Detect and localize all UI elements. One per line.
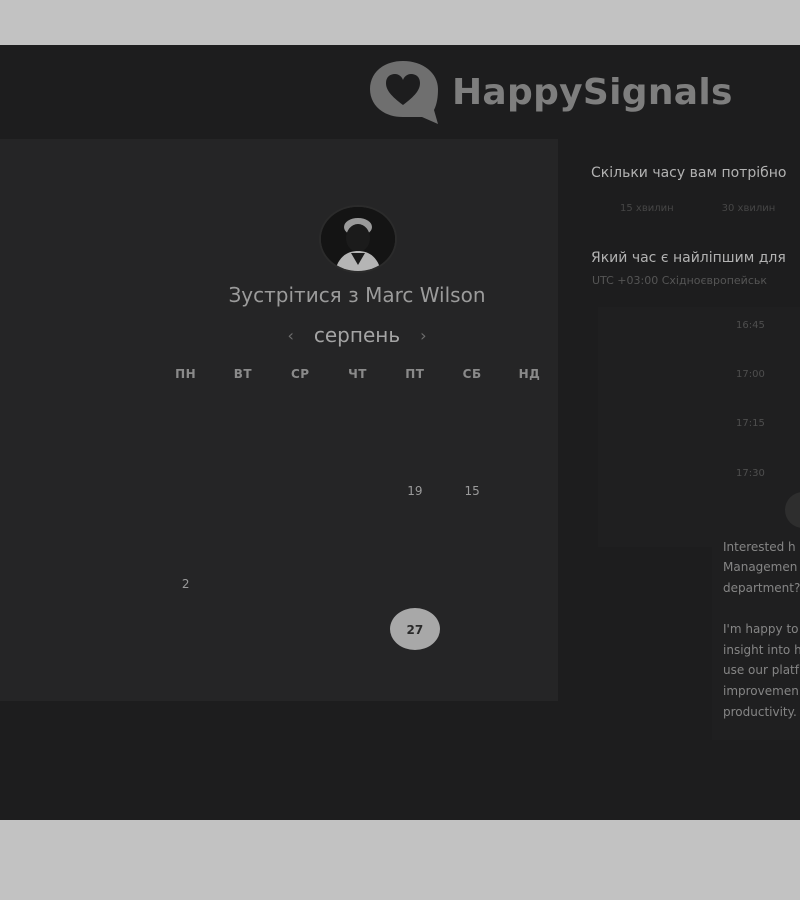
calendar-day	[443, 514, 500, 561]
calendar-day	[329, 514, 386, 561]
booking-card: Зустрітися з Marc Wilson ‹ серпень › ПН …	[0, 139, 558, 701]
message-line: insight into h	[723, 643, 800, 657]
calendar-day	[501, 421, 558, 468]
weekday-label: СБ	[462, 367, 482, 381]
weekday-label: ВТ	[233, 367, 253, 381]
calendar-day	[501, 561, 558, 608]
next-month-icon[interactable]: ›	[420, 326, 426, 345]
duration-options: 15 хвилин 30 хвилин	[620, 203, 775, 214]
weekday-label: ЧТ	[348, 367, 367, 381]
calendar-day	[272, 468, 329, 515]
message-line: improvemen	[723, 684, 799, 698]
weekday-label: НД	[518, 367, 541, 381]
viewport: HappySignals Зустрітися з Marc Wilson ‹ …	[0, 45, 800, 820]
time-slots-panel: 16:45 17:00 17:15 17:30	[598, 307, 800, 547]
calendar-day	[214, 607, 271, 654]
weekday-label: ПТ	[405, 367, 425, 381]
calendar-day	[386, 421, 443, 468]
calendar-day	[443, 561, 500, 608]
message-line: department?	[723, 581, 800, 595]
avatar	[319, 205, 397, 273]
brand-name: HappySignals	[452, 71, 733, 113]
time-slot[interactable]: 17:30	[736, 468, 765, 479]
calendar-grid: 19 15 2 27	[157, 421, 557, 654]
month-navigation: ‹ серпень ›	[157, 323, 557, 347]
weekday-label: ПН	[175, 367, 197, 381]
time-slot[interactable]: 16:45	[736, 320, 765, 331]
message-line: Interested h	[723, 540, 796, 554]
duration-question: Скільки часу вам потрібно	[591, 165, 787, 181]
duration-option[interactable]: 15 хвилин	[620, 203, 674, 214]
calendar-day	[386, 561, 443, 608]
calendar-day	[386, 514, 443, 561]
message-line: I'm happy to	[723, 622, 799, 636]
calendar-day	[272, 421, 329, 468]
calendar-day	[214, 468, 271, 515]
calendar-day-available[interactable]: 19	[386, 468, 443, 515]
calendar-day	[501, 468, 558, 515]
time-slot[interactable]: 17:15	[736, 418, 765, 429]
heart-speech-bubble-icon	[370, 61, 438, 124]
timezone-label[interactable]: UTC +03:00 Східноєвропейськ	[592, 274, 767, 287]
brand-logo: HappySignals	[366, 57, 733, 127]
month-label: серпень	[313, 323, 401, 347]
message-line: use our platf	[723, 663, 799, 677]
weekday-label: СР	[290, 367, 310, 381]
meeting-title: Зустрітися з Marc Wilson	[228, 283, 486, 307]
calendar-day-available[interactable]: 15	[443, 468, 500, 515]
calendar-day	[443, 607, 500, 654]
calendar-day	[157, 468, 214, 515]
calendar-day	[329, 468, 386, 515]
calendar-day	[443, 421, 500, 468]
calendar-day	[329, 561, 386, 608]
calendar-day	[214, 561, 271, 608]
calendar-day	[214, 421, 271, 468]
calendar-day	[157, 421, 214, 468]
selected-day-label: 27	[406, 623, 424, 637]
calendar-day	[214, 514, 271, 561]
weekday-header: ПН ВТ СР ЧТ ПТ СБ НД	[157, 367, 557, 381]
calendar-day-available[interactable]: 2	[157, 561, 214, 608]
message-line: Managemen	[723, 560, 798, 574]
calendar-day	[501, 607, 558, 654]
calendar-day-selected[interactable]: 27	[386, 607, 443, 654]
person-portrait-icon	[321, 207, 395, 271]
calendar-day	[272, 607, 329, 654]
calendar-day	[329, 421, 386, 468]
previous-month-icon[interactable]: ‹	[287, 326, 293, 345]
time-question: Який час є найліпшим для	[591, 250, 786, 266]
calendar-day	[272, 561, 329, 608]
message-line: productivity.	[723, 705, 797, 719]
calendar-day	[272, 514, 329, 561]
duration-option[interactable]: 30 хвилин	[722, 203, 776, 214]
time-slot[interactable]: 17:00	[736, 369, 765, 380]
calendar-day	[501, 514, 558, 561]
calendar-day	[157, 607, 214, 654]
calendar-day	[329, 607, 386, 654]
calendar-day	[157, 514, 214, 561]
